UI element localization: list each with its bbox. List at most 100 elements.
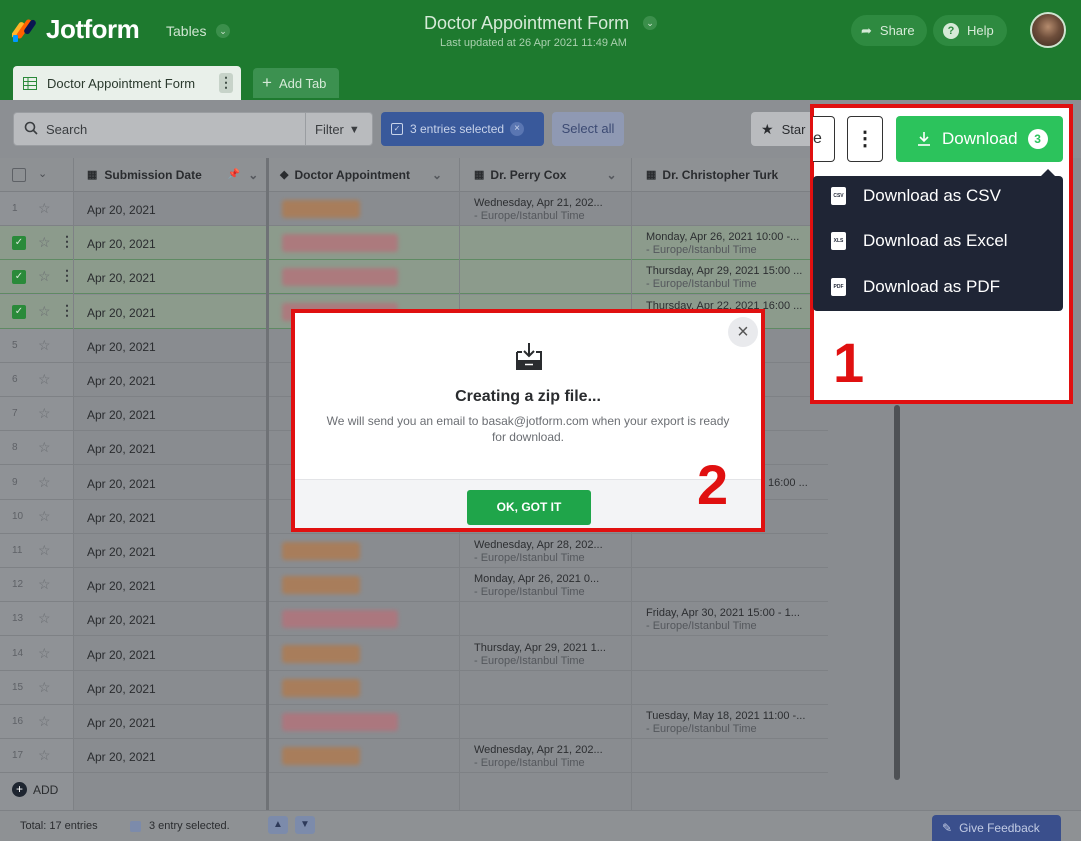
add-tab-button[interactable]: + Add Tab — [253, 68, 339, 98]
star-outline-icon[interactable]: ☆ — [38, 713, 51, 730]
chevron-down-icon[interactable]: ⌄ — [248, 158, 258, 192]
tables-menu-label[interactable]: Tables — [166, 23, 206, 39]
row-number: 6 — [12, 374, 18, 385]
column-header-dr-perry-cox[interactable]: ▦ Dr. Perry Cox ⌄ — [474, 158, 617, 192]
column-header-submission-date[interactable]: ▦ Submission Date 📌 ⌄ — [87, 158, 258, 192]
entries-selected-label: 3 entries selected — [410, 122, 505, 136]
star-outline-icon[interactable]: ☆ — [38, 610, 51, 627]
column-header-label: Submission Date — [104, 168, 202, 182]
star-outline-icon[interactable]: ☆ — [38, 405, 51, 422]
calendar-icon: ▦ — [474, 169, 485, 181]
appointment-timezone: - Europe/Istanbul Time — [646, 244, 757, 257]
select-all-checkbox[interactable] — [12, 168, 26, 182]
table-row[interactable]: 13 ☆ Apr 20, 2021 Friday, Apr 30, 2021 15:0… — [0, 602, 828, 637]
star-outline-icon[interactable]: ☆ — [38, 576, 51, 593]
share-button[interactable]: ➦ Share — [851, 15, 927, 46]
search-placeholder: Search — [46, 122, 88, 137]
star-outline-icon[interactable]: ☆ — [38, 747, 51, 764]
table-row[interactable]: 1 ☆ Apr 20, 2021 Wednesday, Apr 21, 202... -… — [0, 192, 828, 226]
share-arrow-icon: ➦ — [861, 22, 872, 38]
row-checkbox[interactable]: ✓ — [12, 236, 26, 251]
star-outline-icon[interactable]: ☆ — [38, 337, 51, 354]
ok-got-it-button[interactable]: OK, GOT IT — [467, 490, 591, 525]
blurred-appointment-cell — [282, 678, 360, 697]
give-feedback-label: Give Feedback — [959, 821, 1040, 835]
blurred-appointment-cell — [282, 268, 398, 287]
star-outline-icon[interactable]: ☆ — [38, 268, 51, 285]
table-row[interactable]: 12 ☆ Apr 20, 2021 Monday, Apr 26, 2021 0...… — [0, 568, 828, 603]
last-updated-text: Last updated at 26 Apr 2021 11:49 AM — [440, 37, 627, 49]
download-csv-item[interactable]: CSV Download as CSV — [831, 186, 1001, 206]
chevron-down-icon[interactable]: ⌄ — [38, 167, 47, 180]
dr-turk-cell: Thursday, Apr 29, 2021 15:00 ... - Europe… — [646, 265, 802, 291]
row-more-icon[interactable]: ⋮ — [60, 233, 74, 250]
chevron-down-icon[interactable]: ⌄ — [432, 158, 442, 192]
table-row[interactable]: 14 ☆ Apr 20, 2021 Thursday, Apr 29, 2021 1.… — [0, 637, 828, 671]
appointment-timezone: - Europe/Istanbul Time — [646, 620, 757, 633]
column-header-dr-christopher-turk[interactable]: ▦ Dr. Christopher Turk — [646, 158, 778, 192]
star-outline-icon[interactable]: ☆ — [38, 679, 51, 696]
row-more-icon[interactable]: ⋮ — [60, 302, 74, 319]
table-row[interactable]: ✓ ⋮ ☆ Apr 20, 2021 Thursday, Apr 29, 2021 15… — [0, 260, 828, 295]
page-down-icon[interactable]: ▼ — [295, 816, 315, 834]
star-outline-icon[interactable]: ☆ — [38, 200, 51, 217]
calendar-icon: ▦ — [646, 169, 657, 181]
give-feedback-button[interactable]: ✎ Give Feedback — [932, 815, 1061, 841]
pin-icon[interactable]: 📌 — [228, 158, 240, 192]
appointment-time: Tuesday, May 18, 2021 11:00 -... — [646, 710, 806, 722]
star-outline-icon[interactable]: ☆ — [38, 474, 51, 491]
help-button[interactable]: ? Help — [933, 15, 1007, 46]
star-outline-icon[interactable]: ☆ — [38, 234, 51, 251]
avatar[interactable] — [1030, 12, 1066, 48]
download-excel-item[interactable]: XLS Download as Excel — [831, 231, 1008, 251]
select-all-button[interactable]: Select all — [552, 112, 624, 146]
row-more-icon[interactable]: ⋮ — [60, 267, 74, 284]
submission-date-cell: Apr 20, 2021 — [87, 237, 156, 252]
star-outline-icon[interactable]: ☆ — [38, 371, 51, 388]
row-checkbox[interactable]: ✓ — [12, 304, 26, 319]
chevron-down-icon[interactable]: ⌄ — [606, 158, 616, 192]
page-up-icon[interactable]: ▲ — [268, 816, 288, 834]
row-number: 1 — [12, 203, 18, 214]
table-row[interactable]: ✓ ⋮ ☆ Apr 20, 2021 Monday, Apr 26, 2021 10:0… — [0, 226, 828, 261]
download-button[interactable]: Download 3 — [896, 116, 1063, 162]
more-options-button[interactable]: ⋮ — [847, 116, 883, 162]
appointment-timezone: - Europe/Istanbul Time — [646, 278, 757, 291]
star-button[interactable]: ★ Star — [751, 112, 817, 146]
share-button-fragment[interactable]: e — [813, 116, 835, 162]
blurred-appointment-cell — [282, 200, 360, 218]
jotform-logo[interactable]: Jotform — [12, 14, 140, 45]
submission-date-cell: Apr 20, 2021 — [87, 203, 156, 217]
entries-selected-chip[interactable]: ✓ 3 entries selected × — [381, 112, 544, 146]
star-outline-icon[interactable]: ☆ — [38, 645, 51, 662]
tab-doctor-appointment-form[interactable]: Doctor Appointment Form — [13, 66, 241, 100]
plus-icon: + — [262, 73, 272, 92]
table-row[interactable]: 17 ☆ Apr 20, 2021 Wednesday, Apr 21, 202...… — [0, 739, 828, 774]
submission-date-cell: Apr 20, 2021 — [87, 442, 156, 457]
column-header-label: Dr. Perry Cox — [490, 168, 567, 182]
vertical-scrollbar[interactable] — [894, 405, 900, 780]
star-outline-icon[interactable]: ☆ — [38, 303, 51, 320]
table-row[interactable]: 16 ☆ Apr 20, 2021 Tuesday, May 18, 2021 11:… — [0, 705, 828, 739]
download-pdf-item[interactable]: PDF Download as PDF — [831, 277, 1000, 297]
tab-more-icon[interactable]: ⋮ — [219, 73, 233, 93]
form-title[interactable]: Doctor Appointment Form — [424, 13, 629, 34]
title-chevron-icon[interactable]: ⌄ — [643, 16, 657, 30]
tables-chevron-icon[interactable]: ⌄ — [216, 24, 230, 38]
star-outline-icon[interactable]: ☆ — [38, 508, 51, 525]
add-row-button[interactable]: + ADD — [12, 782, 58, 797]
row-checkbox[interactable]: ✓ — [12, 270, 26, 285]
appointment-timezone: - Europe/Istanbul Time — [474, 586, 585, 599]
table-row[interactable]: 11 ☆ Apr 20, 2021 Wednesday, Apr 28, 202...… — [0, 534, 828, 568]
star-outline-icon[interactable]: ☆ — [38, 439, 51, 456]
dr-cox-cell: Wednesday, Apr 21, 202... - Europe/Istanb… — [474, 197, 603, 223]
dr-turk-cell: Tuesday, May 18, 2021 11:00 -... - Europe… — [646, 710, 805, 736]
clear-selection-icon[interactable]: × — [510, 122, 525, 136]
dr-turk-cell: Monday, Apr 26, 2021 10:00 -... - Europe/… — [646, 231, 799, 257]
star-outline-icon[interactable]: ☆ — [38, 542, 51, 559]
column-header-doctor-appointment[interactable]: ◆ Doctor Appointment ⌄ — [280, 158, 442, 192]
filter-button[interactable]: Filter ▼ — [315, 122, 360, 137]
table-row[interactable]: 15 ☆ Apr 20, 2021 — [0, 671, 828, 705]
blurred-appointment-cell — [282, 713, 398, 731]
close-icon[interactable]: × — [728, 317, 758, 347]
